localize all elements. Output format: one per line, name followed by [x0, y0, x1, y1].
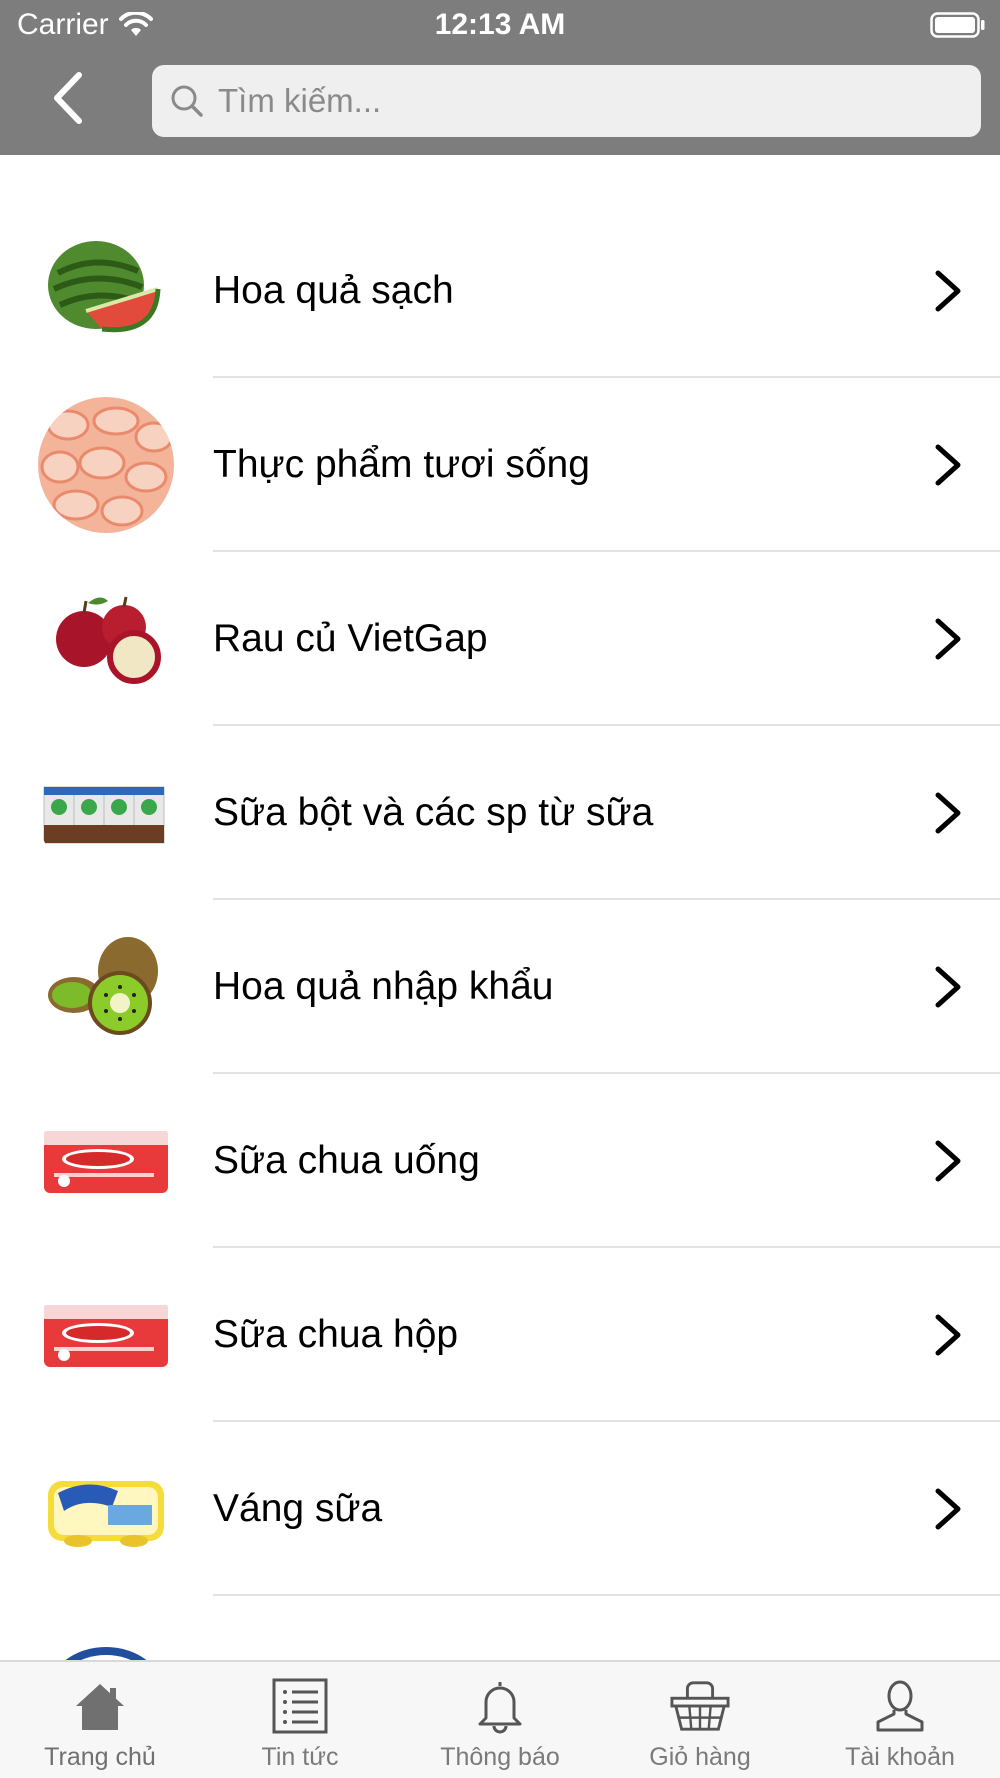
category-thumbnail-watermelon	[38, 223, 174, 359]
back-button[interactable]	[38, 68, 98, 128]
category-thumbnail-la-vache-qui-rit	[38, 1615, 174, 1660]
tab-label: Giỏ hàng	[649, 1743, 751, 1771]
navigation-header: Carrier 12:13 AM	[0, 0, 1000, 155]
category-label: Hoa quả nhập khẩu	[213, 965, 554, 1008]
user-icon	[870, 1676, 930, 1736]
category-row-rau-cu-vietgap[interactable]: Rau củ VietGap	[0, 552, 1000, 726]
category-row-sua-chua-uong[interactable]: Sữa chua uống	[0, 1074, 1000, 1248]
category-thumbnail-kiwi	[38, 919, 174, 1055]
category-row-vang-sua[interactable]: Váng sữa	[0, 1422, 1000, 1596]
category-label: Thực phẩm tươi sống	[213, 443, 590, 486]
tab-label: Tài khoản	[845, 1743, 955, 1771]
status-time: 12:13 AM	[434, 8, 566, 41]
category-thumbnail-betagen	[38, 1267, 174, 1403]
chevron-right-icon	[935, 270, 961, 312]
chevron-right-icon	[935, 1488, 961, 1530]
tab-label: Tin tức	[261, 1743, 339, 1771]
chevron-right-icon	[935, 618, 961, 660]
category-row-sua-chua-hop[interactable]: Sữa chua hộp	[0, 1248, 1000, 1422]
category-label: Sữa chua hộp	[213, 1313, 459, 1356]
category-thumbnail-betagen	[38, 1093, 174, 1229]
search-input[interactable]	[218, 82, 958, 120]
home-icon	[70, 1676, 130, 1736]
chevron-right-icon	[935, 966, 961, 1008]
category-label: Rau củ VietGap	[213, 617, 488, 660]
category-label: Hoa quả sạch	[213, 269, 454, 312]
basket-icon	[670, 1676, 730, 1736]
category-list: Hoa quả sạch Thực phẩm tươi sống Rau củ …	[0, 155, 1000, 1660]
category-row-la-vache-qui-rit[interactable]	[0, 1596, 1000, 1660]
search-icon	[171, 85, 203, 117]
category-row-hoa-qua-nhap-khau[interactable]: Hoa quả nhập khẩu	[0, 900, 1000, 1074]
category-thumbnail-monte	[38, 1441, 174, 1577]
category-thumbnail-apples	[38, 571, 174, 707]
chevron-right-icon	[935, 444, 961, 486]
category-row-thuc-pham-tuoi-song[interactable]: Thực phẩm tươi sống	[0, 378, 1000, 552]
tab-news[interactable]: Tin tức	[200, 1662, 400, 1778]
category-label: Váng sữa	[213, 1487, 383, 1530]
category-row-sua-bot[interactable]: Sữa bột và các sp từ sữa	[0, 726, 1000, 900]
battery-icon	[930, 12, 985, 38]
category-label: Sữa chua uống	[213, 1139, 480, 1182]
chevron-right-icon	[935, 792, 961, 834]
tab-home[interactable]: Trang chủ	[0, 1662, 200, 1778]
category-row-hoa-qua-sach[interactable]: Hoa quả sạch	[0, 204, 1000, 378]
tab-label: Thông báo	[440, 1743, 560, 1771]
category-label: Sữa bột và các sp từ sữa	[213, 791, 654, 834]
tab-bar: Trang chủ Tin tức Thông báo Giỏ hàng Tài…	[0, 1660, 1000, 1778]
category-thumbnail-shrimp	[38, 397, 174, 533]
chevron-right-icon	[935, 1314, 961, 1356]
tab-cart[interactable]: Giỏ hàng	[600, 1662, 800, 1778]
bell-icon	[470, 1676, 530, 1736]
chevron-left-icon	[54, 72, 82, 124]
news-list-icon	[270, 1676, 330, 1736]
chevron-right-icon	[935, 1140, 961, 1182]
category-thumbnail-milk-cartons	[38, 745, 174, 881]
tab-label: Trang chủ	[44, 1743, 156, 1771]
tab-notifications[interactable]: Thông báo	[400, 1662, 600, 1778]
status-bar: Carrier 12:13 AM	[0, 0, 1000, 50]
tab-account[interactable]: Tài khoản	[800, 1662, 1000, 1778]
search-bar[interactable]	[152, 65, 981, 137]
